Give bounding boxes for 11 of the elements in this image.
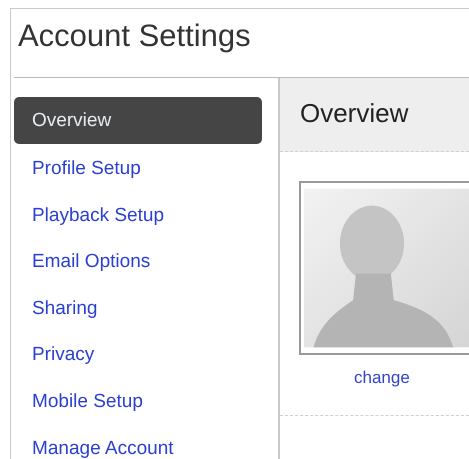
panel-heading: Overview	[300, 97, 408, 130]
sidebar-item[interactable]: Privacy	[14, 332, 262, 379]
sidebar-item[interactable]: Overview	[14, 97, 262, 144]
sidebar-item[interactable]: Sharing	[14, 286, 262, 332]
sidebar-item[interactable]: Mobile Setup	[14, 378, 262, 426]
page-title: Account Settings	[18, 17, 251, 55]
sidebar-item[interactable]: Playback Setup	[14, 192, 262, 240]
sidebar-item[interactable]: Profile Setup	[14, 146, 262, 193]
sidebar-item[interactable]: Manage Account	[14, 426, 262, 459]
change-avatar-link[interactable]: change	[354, 365, 410, 390]
sidebar-item[interactable]: Email Options	[14, 239, 262, 286]
